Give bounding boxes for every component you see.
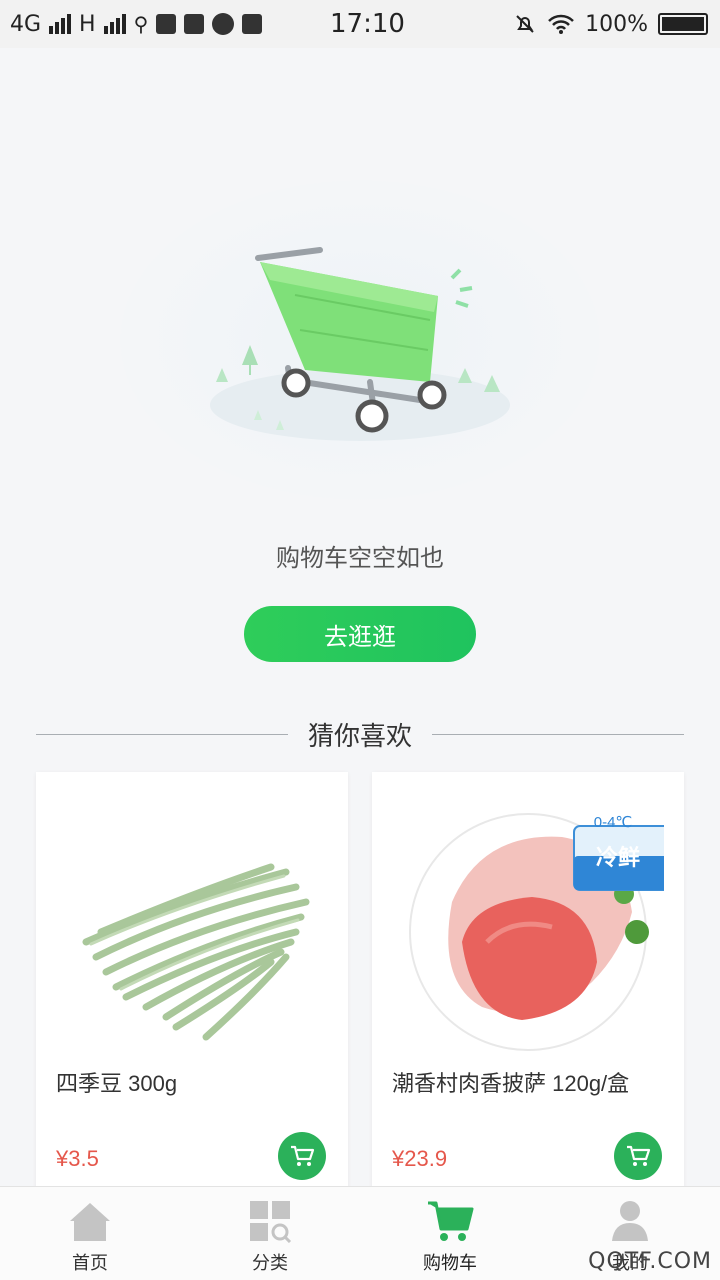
tab-label: 分类 (252, 1253, 288, 1273)
cold-fresh-badge: 冷鲜 (595, 845, 640, 870)
wifi-icon (548, 14, 574, 34)
go-shopping-button[interactable]: 去逛逛 (244, 606, 476, 662)
add-to-cart-button[interactable] (614, 1132, 662, 1180)
battery-percent: 100% (585, 11, 648, 37)
user-icon (612, 1201, 648, 1241)
product-card[interactable]: 0-4℃ 冷鲜 潮香村肉香披萨 120g/盒 ¥23.9 (372, 772, 684, 1202)
category-icon (250, 1201, 292, 1243)
status-bar: 4G H ⚲ 17:10 100% (0, 0, 720, 48)
green-beans-image (82, 863, 310, 1041)
divider (432, 733, 685, 735)
product-name: 潮香村肉香披萨 120g/盒 (392, 1071, 630, 1096)
cart-icon (291, 1145, 315, 1166)
product-name: 四季豆 300g (56, 1071, 178, 1096)
product-card[interactable]: 四季豆 300g ¥3.5 (36, 772, 348, 1202)
app-icon (212, 13, 235, 35)
network-h-label: H (79, 11, 96, 37)
cart-icon (627, 1145, 651, 1166)
home-icon (70, 1203, 110, 1241)
recommend-title: 猜你喜欢 (308, 720, 413, 751)
tab-label: 购物车 (423, 1253, 477, 1273)
product-price: ¥23.9 (392, 1146, 448, 1171)
task-icon (184, 14, 205, 34)
shopping-bag-icon (242, 14, 263, 34)
tab-home[interactable]: 首页 (0, 1187, 180, 1280)
add-to-cart-button[interactable] (278, 1132, 326, 1180)
tab-category[interactable]: 分类 (180, 1187, 360, 1280)
clock: 17:10 (330, 9, 405, 39)
network-4g-label: 4G (10, 11, 42, 37)
empty-cart-message: 购物车空空如也 (276, 545, 444, 572)
battery-icon (658, 13, 708, 35)
pork-image (409, 813, 664, 1051)
watermark-text: QQTF.COM (588, 1249, 712, 1274)
empty-cart-illustration (210, 247, 510, 441)
signal-icon (49, 14, 72, 34)
temperature-badge: 0-4℃ (593, 814, 633, 831)
divider (36, 733, 288, 735)
mute-bell-icon (516, 15, 534, 33)
tab-cart[interactable]: 购物车 (360, 1187, 540, 1280)
usb-debug-icon (156, 14, 177, 34)
tab-label: 首页 (72, 1253, 108, 1273)
cart-icon (428, 1201, 474, 1241)
product-price: ¥3.5 (56, 1146, 99, 1171)
signal-icon (103, 14, 126, 34)
recommend-header: 猜你喜欢 (36, 714, 685, 754)
usb-icon: ⚲ (133, 12, 149, 36)
